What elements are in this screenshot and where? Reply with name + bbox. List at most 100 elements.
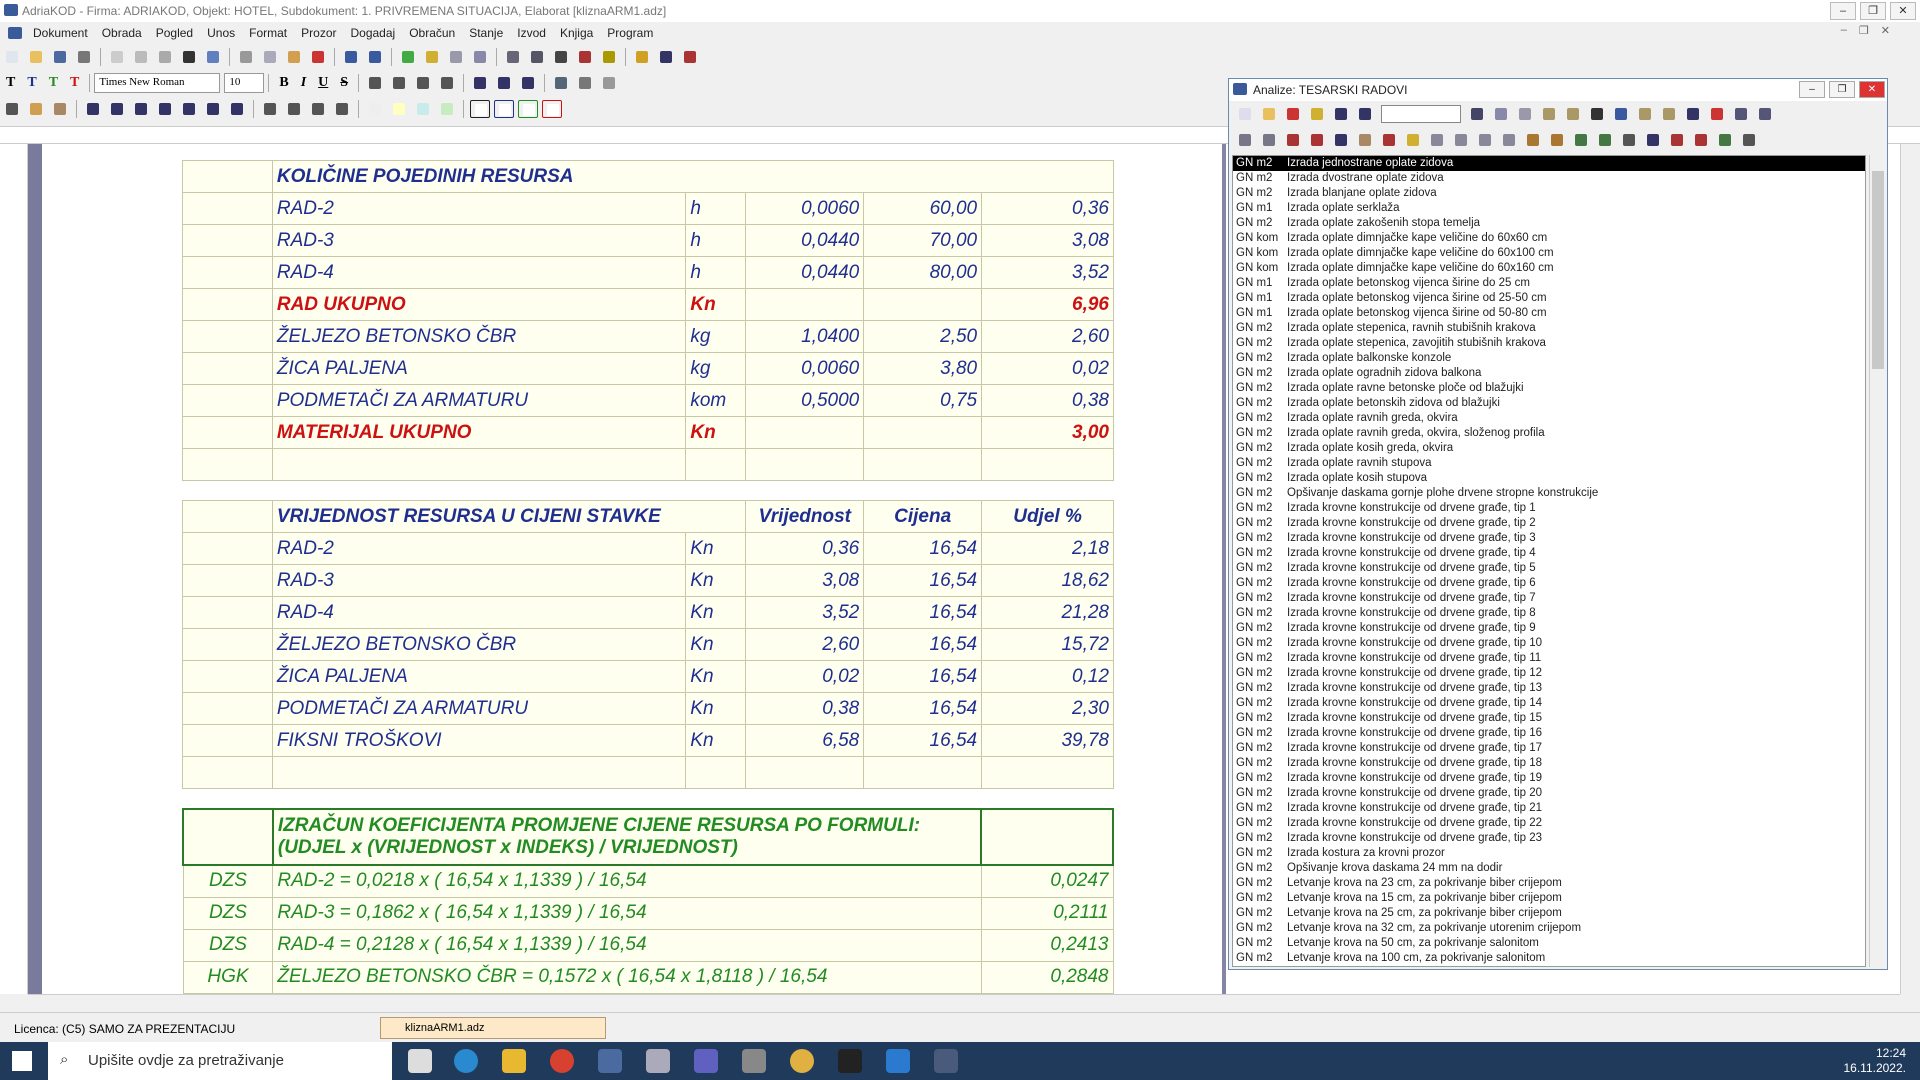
undo-icon[interactable] <box>341 48 361 66</box>
list-item[interactable]: GN m2 Izrada krovne konstrukcije od drven… <box>1233 681 1865 696</box>
columns-icon[interactable] <box>284 100 304 118</box>
fill-green-icon[interactable] <box>437 100 457 118</box>
search-icon[interactable] <box>422 48 442 66</box>
list-item[interactable]: GN m2 Izrada krovne konstrukcije od drven… <box>1233 801 1865 816</box>
list-item[interactable]: GN m2 Izrada krovne konstrukcije od drven… <box>1233 561 1865 576</box>
teams-icon[interactable] <box>694 1049 718 1073</box>
border-red-icon[interactable] <box>542 100 562 118</box>
valign-middle-icon[interactable] <box>494 74 514 92</box>
list-item[interactable]: GN m2 Izrada krovne konstrukcije od drven… <box>1233 591 1865 606</box>
uncheck-icon[interactable] <box>680 48 700 66</box>
binoculars-icon[interactable] <box>1467 105 1487 123</box>
list-item[interactable]: GN m2 Izrada oplate ravnih stupova <box>1233 456 1865 471</box>
list-item[interactable]: GN m1 Izrada oplate serklaža <box>1233 201 1865 216</box>
windows-start-icon[interactable] <box>12 1051 32 1071</box>
list-item[interactable]: GN m2 Letvanje krova na 23 cm, za pokriva… <box>1233 876 1865 891</box>
list-item[interactable]: GN m2 Izrada oplate stepenica, zavojitih … <box>1233 336 1865 351</box>
copy-icon[interactable] <box>260 48 280 66</box>
taskbar-search[interactable]: ⌕ Upišite ovdje za pretraživanje <box>48 1042 392 1080</box>
home-icon[interactable] <box>1667 131 1687 149</box>
list-item[interactable]: GN m2 Izrada krovne konstrukcije od drven… <box>1233 621 1865 636</box>
save-icon[interactable] <box>50 48 70 66</box>
list-item[interactable]: GN m2 Izrada kostura za krovni prozor <box>1233 846 1865 861</box>
list-item[interactable]: GN m2 Izrada krovne konstrukcije od drven… <box>1233 771 1865 786</box>
list-item[interactable]: GN m1 Izrada oplate betonskog vijenca šir… <box>1233 291 1865 306</box>
goto-icon[interactable] <box>1331 131 1351 149</box>
headset-icon[interactable] <box>575 48 595 66</box>
task-view-icon[interactable] <box>408 1049 432 1073</box>
menu-6[interactable]: Dogadaj <box>343 26 402 40</box>
fill-cyan-icon[interactable] <box>413 100 433 118</box>
list-item[interactable]: GN m2 Izrada krovne konstrukcije od drven… <box>1233 516 1865 531</box>
list-item[interactable]: GN m2 Izrada krovne konstrukcije od drven… <box>1233 546 1865 561</box>
panel-minimize-button[interactable]: – <box>1799 81 1825 98</box>
import-icon[interactable] <box>1547 131 1567 149</box>
valign-bottom-icon[interactable] <box>470 74 490 92</box>
list-item[interactable]: GN m2 Izrada oplate balkonske konzole <box>1233 351 1865 366</box>
list-item[interactable]: GN m2 Izrada krovne konstrukcije od drven… <box>1233 696 1865 711</box>
panel-search-input[interactable] <box>1381 105 1461 123</box>
settings-icon[interactable] <box>646 1049 670 1073</box>
font-size-select[interactable]: 10 <box>224 73 265 93</box>
list-item[interactable]: GN m2 Letvanje krova na 25 cm, za pokriva… <box>1233 906 1865 921</box>
border-green-icon[interactable] <box>518 100 538 118</box>
find-icon[interactable] <box>155 48 175 66</box>
list-item[interactable]: GN m2 Izrada oplate kosih stupova <box>1233 471 1865 486</box>
insert-icon[interactable] <box>446 48 466 66</box>
print-icon[interactable] <box>74 48 94 66</box>
eraser-icon[interactable] <box>599 74 619 92</box>
vscode-icon[interactable] <box>886 1049 910 1073</box>
valign-top-icon[interactable] <box>518 74 538 92</box>
list-item[interactable]: GN m2 Opšivanje daskama gornje plohe drve… <box>1233 486 1865 501</box>
list-item[interactable]: GN m1 Izrada oplate betonskog vijenca šir… <box>1233 306 1865 321</box>
edit-icon[interactable] <box>26 100 46 118</box>
text-style-blue[interactable]: T <box>27 75 36 91</box>
underline-button[interactable]: U <box>318 75 328 91</box>
zoom-icon[interactable] <box>551 48 571 66</box>
preview-zoom-icon[interactable] <box>131 48 151 66</box>
panel-filter-icon[interactable] <box>1307 105 1327 123</box>
numbering-icon[interactable] <box>179 48 199 66</box>
list-item[interactable]: GN kom Izrada oplate dimnjačke kape velič… <box>1233 261 1865 276</box>
ledger-icon[interactable] <box>1259 131 1279 149</box>
list-a-icon[interactable] <box>83 100 103 118</box>
menu-4[interactable]: Format <box>242 26 294 40</box>
list-item[interactable]: GN m1 Izrada oplate betonskog vijenca šir… <box>1233 276 1865 291</box>
move-icon[interactable] <box>1283 131 1303 149</box>
hand-icon[interactable] <box>1235 131 1255 149</box>
list-item[interactable]: GN m2 Opšivanje krova daskama 24 mm na do… <box>1233 861 1865 876</box>
cut-icon[interactable] <box>236 48 256 66</box>
link-icon[interactable] <box>551 74 571 92</box>
panel-maximize-button[interactable]: ❐ <box>1829 81 1855 98</box>
list-item[interactable]: GN m2 Izrada dvostrane oplate zidova <box>1233 171 1865 186</box>
text-style-green[interactable]: T <box>49 75 58 91</box>
chrome-icon[interactable] <box>550 1049 574 1073</box>
calculator-icon[interactable] <box>742 1049 766 1073</box>
stamp-icon[interactable] <box>1707 105 1727 123</box>
text-style-red[interactable]: T <box>70 75 79 91</box>
list-item[interactable]: GN m2 Letvanje krova na 32 cm, za pokriva… <box>1233 921 1865 936</box>
list-a-lower-icon[interactable] <box>131 100 151 118</box>
vertical-scrollbar[interactable] <box>1900 144 1920 994</box>
calc-icon[interactable] <box>1635 105 1655 123</box>
maximize-button[interactable]: ❐ <box>1860 2 1886 20</box>
menu-10[interactable]: Knjiga <box>553 26 600 40</box>
numbered-list-icon[interactable] <box>179 100 199 118</box>
list-item[interactable]: GN m2 Izrada oplate ravnih greda, okvira <box>1233 411 1865 426</box>
cart-icon[interactable] <box>1307 131 1327 149</box>
font-select[interactable]: Times New Roman <box>94 73 221 93</box>
align-right-icon[interactable] <box>413 74 433 92</box>
person-icon[interactable] <box>1643 131 1663 149</box>
list-item[interactable]: GN m2 Izrada krovne konstrukcije od drven… <box>1233 726 1865 741</box>
delete-icon[interactable] <box>308 48 328 66</box>
layout-icon[interactable] <box>203 48 223 66</box>
refresh-icon[interactable] <box>398 48 418 66</box>
panel-list-icon[interactable] <box>1355 131 1375 149</box>
report-icon[interactable] <box>1619 131 1639 149</box>
calendar-icon[interactable] <box>1755 105 1775 123</box>
panel-scroll-thumb[interactable] <box>1872 171 1884 369</box>
tree-icon[interactable] <box>1571 131 1591 149</box>
indent-icon[interactable] <box>227 100 247 118</box>
menu-11[interactable]: Program <box>600 26 660 40</box>
list-item[interactable]: GN m2 Izrada krovne konstrukcije od drven… <box>1233 756 1865 771</box>
